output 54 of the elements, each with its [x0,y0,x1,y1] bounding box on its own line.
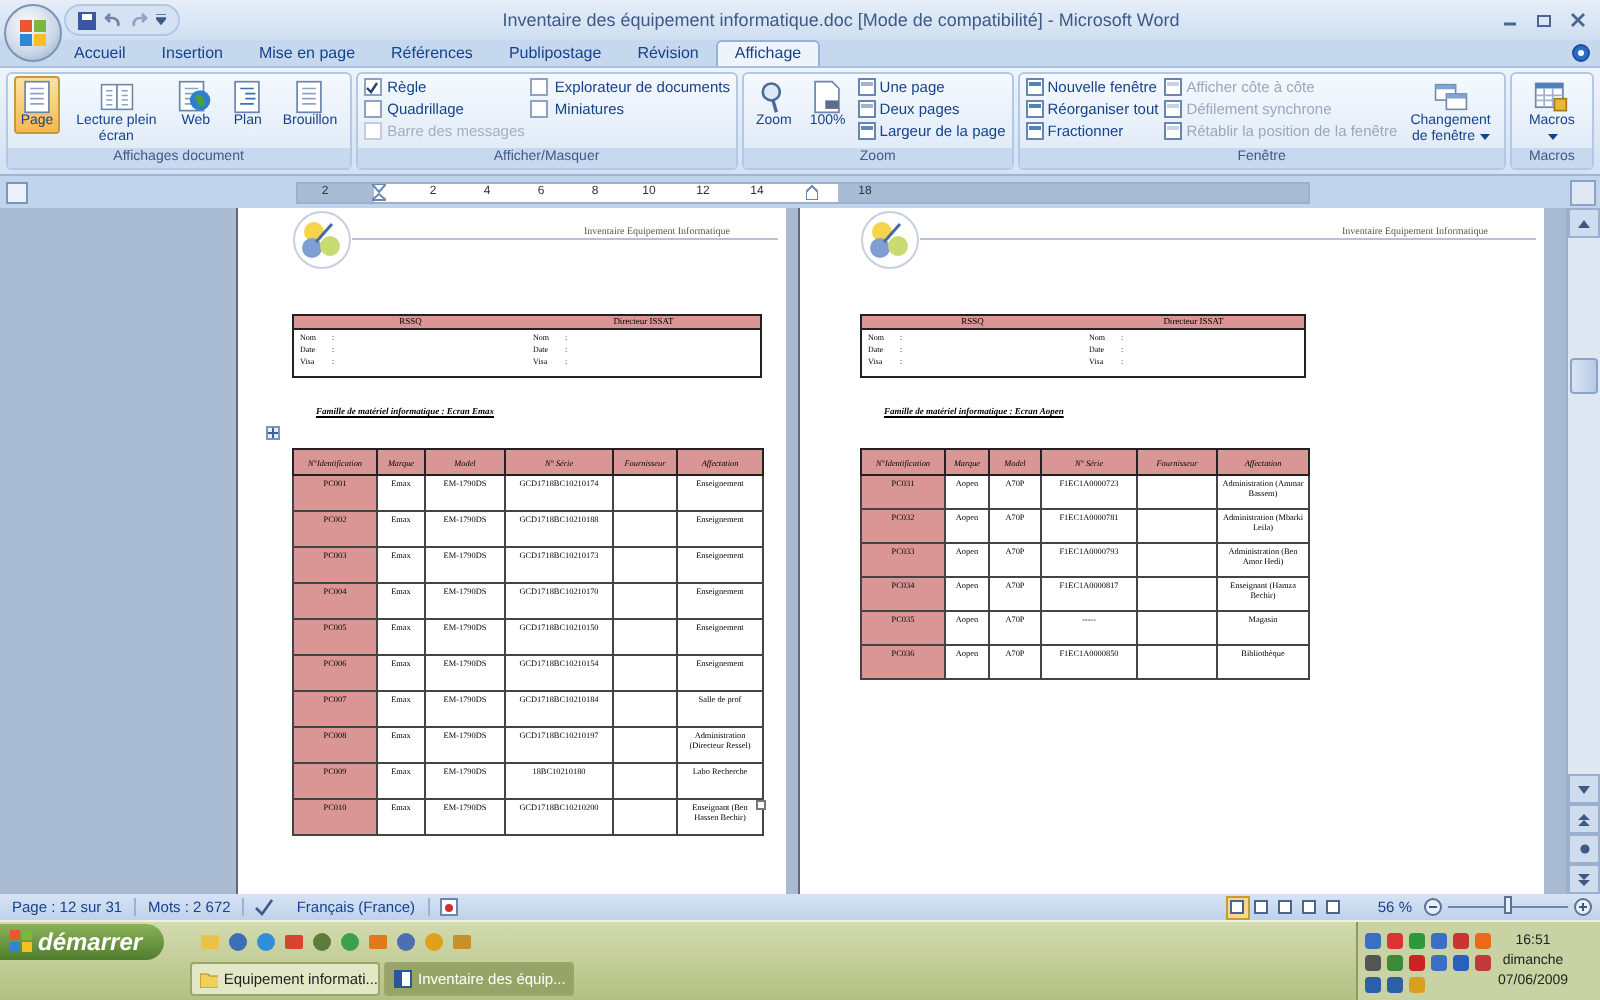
book-icon [99,80,134,114]
move-handle-icon[interactable] [266,426,280,440]
zoom-thumb[interactable] [1504,896,1512,914]
redo-icon[interactable] [130,11,148,29]
office-button[interactable] [4,4,62,62]
scroll-up-icon[interactable] [1578,219,1590,227]
macro-icon [1534,80,1569,114]
ribbon-tab[interactable]: Références [373,40,491,66]
draft-icon [292,80,327,114]
scrollbar[interactable] [1566,208,1600,894]
indent-marker-icon[interactable] [805,184,817,200]
ribbon-tab[interactable]: Révision [619,40,717,66]
previous-page-icon[interactable] [1578,813,1590,825]
restore-icon[interactable] [1536,12,1552,28]
spellcheck-icon[interactable] [254,898,275,916]
customize-icon[interactable] [156,14,166,26]
window-icon [1025,78,1044,96]
ruler-toggle[interactable] [1570,179,1596,205]
zoom-out-icon[interactable] [1424,898,1442,916]
view-button[interactable] [1249,895,1274,919]
scroll-thumb[interactable] [1570,358,1598,394]
tab-selector[interactable] [6,181,28,203]
page-icon [20,80,54,114]
zoom-in-icon[interactable] [1574,898,1592,916]
indent-marker-icon[interactable] [372,183,386,201]
browse-object-icon[interactable] [1579,844,1589,854]
macro-record-icon[interactable] [439,898,458,916]
save-icon[interactable] [78,11,96,29]
undo-icon[interactable] [104,11,122,29]
view-button[interactable] [1297,895,1322,919]
ribbon-tab[interactable]: Affichage [716,40,820,66]
windows-flag-icon [10,930,32,952]
folder-icon [200,971,218,987]
ribbon-tab[interactable]: Publipostage [490,40,620,66]
document-icon [394,970,412,988]
next-page-icon[interactable] [1578,873,1590,885]
window-title: Inventaire des équipement informatique.doc [Mode de compatibilité] - Microsoft Word [500,10,1182,30]
page-icon [857,78,876,96]
page-icon [810,80,845,114]
office-logo-icon [19,19,47,47]
ribbon-tab[interactable]: Accueil [56,40,144,66]
windows-icon [1433,80,1468,114]
globe-icon [178,80,213,114]
view-button[interactable] [1321,895,1346,919]
outline-icon [230,80,265,114]
view-button[interactable] [1225,895,1250,919]
ribbon-tab[interactable]: Insertion [143,40,241,66]
ribbon-tab[interactable]: Mise en page [240,40,374,66]
close-icon[interactable] [1570,12,1586,28]
scroll-down-icon[interactable] [1578,785,1590,793]
help-icon[interactable] [1572,44,1590,62]
view-button[interactable] [1273,895,1298,919]
checkmark-icon [366,81,379,93]
resize-handle-icon[interactable] [756,800,766,810]
